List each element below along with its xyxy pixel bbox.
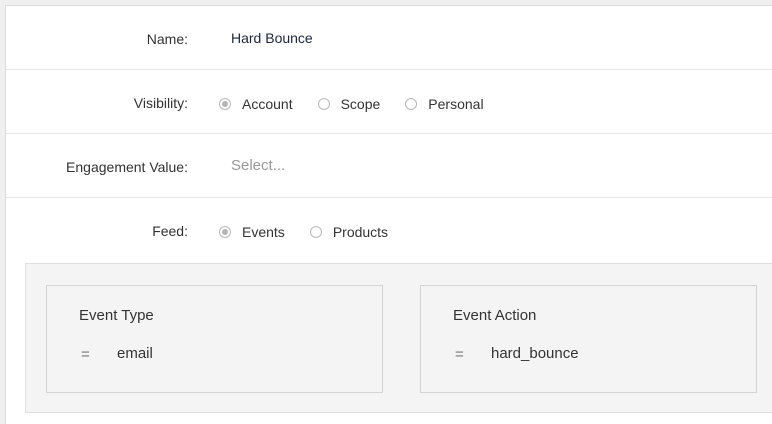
engagement-select[interactable]: Select... xyxy=(231,157,285,174)
radio-checked-icon[interactable] xyxy=(219,98,231,110)
radio-checked-icon[interactable] xyxy=(219,226,231,238)
visibility-row: Visibility: Account Scope Personal xyxy=(6,70,772,134)
visibility-option-label: Account xyxy=(242,96,293,112)
name-row: Name: Hard Bounce xyxy=(6,6,772,70)
equals-operator: = xyxy=(81,346,90,363)
name-label: Name: xyxy=(146,31,188,47)
visibility-option-personal[interactable]: Personal xyxy=(405,96,484,112)
event-type-title: Event Type xyxy=(79,307,154,324)
visibility-option-label: Scope xyxy=(340,96,381,112)
visibility-option-account[interactable]: Account xyxy=(219,96,293,112)
visibility-label: Visibility: xyxy=(133,95,188,111)
engagement-label: Engagement Value: xyxy=(66,159,188,175)
feed-row: Feed: Events Products xyxy=(6,198,772,262)
name-value[interactable]: Hard Bounce xyxy=(231,30,313,46)
page-background: Name: Hard Bounce Visibility: Account Sc… xyxy=(0,0,772,424)
radio-unchecked-icon[interactable] xyxy=(405,98,418,110)
radio-unchecked-icon[interactable] xyxy=(317,98,330,110)
feed-radio-group: Events Products xyxy=(219,224,413,240)
event-type-value: email xyxy=(117,345,153,362)
visibility-option-label: Personal xyxy=(428,96,484,112)
feed-option-label: Products xyxy=(332,224,389,240)
feed-option-events[interactable]: Events xyxy=(219,224,285,240)
form-panel: Name: Hard Bounce Visibility: Account Sc… xyxy=(5,5,772,424)
feed-label: Feed: xyxy=(152,223,188,239)
feed-filter-box: Event Type = email Event Action = hard_b… xyxy=(25,263,772,413)
event-action-value: hard_bounce xyxy=(491,345,579,362)
visibility-option-scope[interactable]: Scope xyxy=(317,96,381,112)
radio-unchecked-icon[interactable] xyxy=(309,226,322,238)
event-action-title: Event Action xyxy=(453,307,537,324)
equals-operator: = xyxy=(455,346,464,363)
feed-option-products[interactable]: Products xyxy=(309,224,389,240)
event-action-card[interactable]: Event Action = hard_bounce xyxy=(420,285,757,393)
event-type-card[interactable]: Event Type = email xyxy=(46,285,383,393)
visibility-radio-group: Account Scope Personal xyxy=(219,96,509,112)
feed-option-label: Events xyxy=(242,224,285,240)
engagement-row: Engagement Value: Select... xyxy=(6,134,772,198)
